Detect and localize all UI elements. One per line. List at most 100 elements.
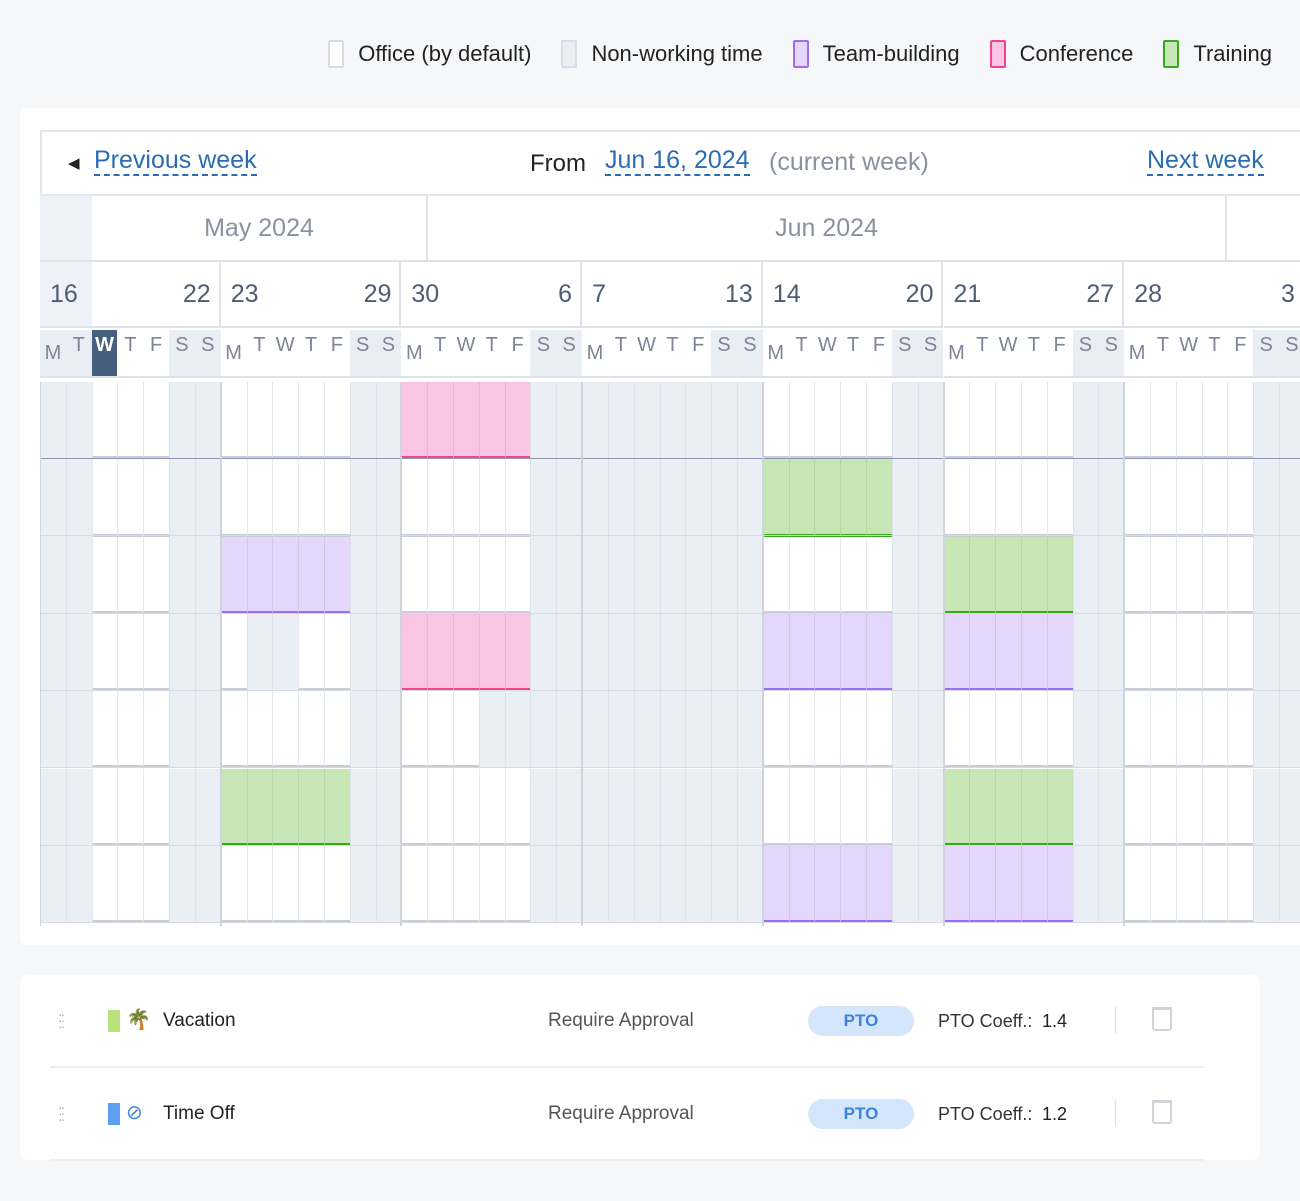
- day-cell-n[interactable]: [685, 382, 712, 460]
- day-cell-o[interactable]: [969, 691, 996, 769]
- day-cell-n[interactable]: [582, 845, 608, 924]
- day-cell-n[interactable]: [349, 536, 376, 614]
- day-cell-r[interactable]: [1020, 768, 1047, 846]
- day-cell-o[interactable]: [401, 459, 428, 537]
- day-cell-o[interactable]: [814, 691, 841, 769]
- day-cell-o[interactable]: [1175, 845, 1202, 924]
- day-cell-o[interactable]: [1150, 382, 1176, 460]
- day-cell-o[interactable]: [1124, 613, 1150, 692]
- day-cell-n[interactable]: [711, 845, 737, 924]
- next-week-link[interactable]: Next week: [1147, 146, 1264, 176]
- day-cell-n[interactable]: [607, 845, 634, 924]
- day-cell-o[interactable]: [1201, 845, 1228, 924]
- day-cell-r[interactable]: [969, 768, 996, 846]
- day-cell-n[interactable]: [917, 382, 944, 460]
- day-cell-o[interactable]: [1150, 459, 1176, 537]
- day-cell-o[interactable]: [1227, 691, 1254, 769]
- day-cell-t[interactable]: [788, 613, 815, 692]
- day-cell-o[interactable]: [1046, 459, 1073, 537]
- day-cell-n[interactable]: [40, 845, 66, 924]
- day-cell-n[interactable]: [607, 382, 634, 460]
- day-cell-o[interactable]: [1124, 768, 1150, 846]
- day-cell-r[interactable]: [814, 459, 841, 537]
- day-cell-o[interactable]: [117, 536, 144, 614]
- day-cell-n[interactable]: [1072, 382, 1099, 460]
- day-cell-o[interactable]: [246, 691, 273, 769]
- day-cell-o[interactable]: [1227, 382, 1254, 460]
- day-cell-n[interactable]: [1279, 613, 1300, 692]
- day-cell-n[interactable]: [633, 691, 660, 769]
- day-cell-o[interactable]: [866, 768, 892, 846]
- day-cell-n[interactable]: [246, 613, 273, 692]
- day-cell-n[interactable]: [530, 845, 557, 924]
- day-cell-n[interactable]: [375, 691, 402, 769]
- day-cell-o[interactable]: [1201, 613, 1228, 692]
- day-cell-n[interactable]: [685, 845, 712, 924]
- day-cell-n[interactable]: [659, 845, 686, 924]
- day-cell-o[interactable]: [91, 536, 118, 614]
- day-cell-o[interactable]: [1201, 691, 1228, 769]
- day-cell-n[interactable]: [1072, 691, 1099, 769]
- day-cell-c[interactable]: [401, 613, 428, 692]
- day-cell-n[interactable]: [917, 845, 944, 924]
- day-cell-n[interactable]: [711, 768, 737, 846]
- day-cell-o[interactable]: [427, 536, 454, 614]
- day-cell-n[interactable]: [736, 845, 763, 924]
- day-cell-n[interactable]: [582, 768, 608, 846]
- leave-type-row[interactable]: ·· ·· ·· ⊘ Time Off Require Approval PTO PTO Co…: [50, 1068, 1204, 1161]
- day-cell-t[interactable]: [814, 613, 841, 692]
- day-cell-o[interactable]: [143, 768, 170, 846]
- day-cell-o[interactable]: [943, 691, 970, 769]
- day-cell-o[interactable]: [143, 459, 170, 537]
- day-cell-o[interactable]: [814, 768, 841, 846]
- day-cell-o[interactable]: [1124, 691, 1150, 769]
- day-cell-t[interactable]: [814, 845, 841, 924]
- day-cell-t[interactable]: [1020, 613, 1047, 692]
- day-cell-n[interactable]: [891, 382, 918, 460]
- day-cell-n[interactable]: [659, 382, 686, 460]
- day-cell-o[interactable]: [427, 768, 454, 846]
- day-cell-o[interactable]: [453, 536, 479, 614]
- day-cell-o[interactable]: [995, 459, 1021, 537]
- day-cell-n[interactable]: [582, 536, 608, 614]
- day-cell-t[interactable]: [840, 613, 867, 692]
- day-cell-n[interactable]: [556, 382, 583, 460]
- day-cell-c[interactable]: [401, 382, 428, 460]
- day-cell-c[interactable]: [504, 382, 531, 460]
- day-cell-o[interactable]: [1175, 691, 1202, 769]
- day-cell-c[interactable]: [504, 613, 531, 692]
- day-cell-n[interactable]: [685, 768, 712, 846]
- day-cell-n[interactable]: [349, 382, 376, 460]
- day-cell-o[interactable]: [1020, 459, 1047, 537]
- day-cell-n[interactable]: [607, 536, 634, 614]
- day-cell-n[interactable]: [1279, 536, 1300, 614]
- trash-icon[interactable]: [1152, 1007, 1172, 1031]
- day-cell-n[interactable]: [685, 691, 712, 769]
- day-cell-n[interactable]: [375, 845, 402, 924]
- day-cell-o[interactable]: [504, 768, 531, 846]
- day-cell-n[interactable]: [917, 613, 944, 692]
- day-cell-t[interactable]: [298, 536, 324, 614]
- day-cell-t[interactable]: [969, 845, 996, 924]
- date-picker-link[interactable]: Jun 16, 2024: [605, 146, 750, 176]
- day-cell-o[interactable]: [1201, 382, 1228, 460]
- day-cell-r[interactable]: [1046, 536, 1073, 614]
- day-cell-o[interactable]: [762, 536, 789, 614]
- day-cell-r[interactable]: [1020, 536, 1047, 614]
- day-cell-r[interactable]: [788, 459, 815, 537]
- day-cell-o[interactable]: [143, 845, 170, 924]
- day-cell-o[interactable]: [1175, 382, 1202, 460]
- day-cell-o[interactable]: [840, 768, 867, 846]
- day-cell-o[interactable]: [220, 845, 247, 924]
- day-cell-t[interactable]: [246, 536, 273, 614]
- day-cell-n[interactable]: [685, 536, 712, 614]
- day-cell-o[interactable]: [1201, 459, 1228, 537]
- day-cell-o[interactable]: [1124, 845, 1150, 924]
- day-cell-o[interactable]: [866, 691, 892, 769]
- day-cell-n[interactable]: [65, 382, 92, 460]
- day-cell-n[interactable]: [917, 459, 944, 537]
- day-cell-n[interactable]: [582, 459, 608, 537]
- day-cell-r[interactable]: [272, 768, 299, 846]
- day-cell-n[interactable]: [169, 613, 195, 692]
- day-cell-o[interactable]: [117, 845, 144, 924]
